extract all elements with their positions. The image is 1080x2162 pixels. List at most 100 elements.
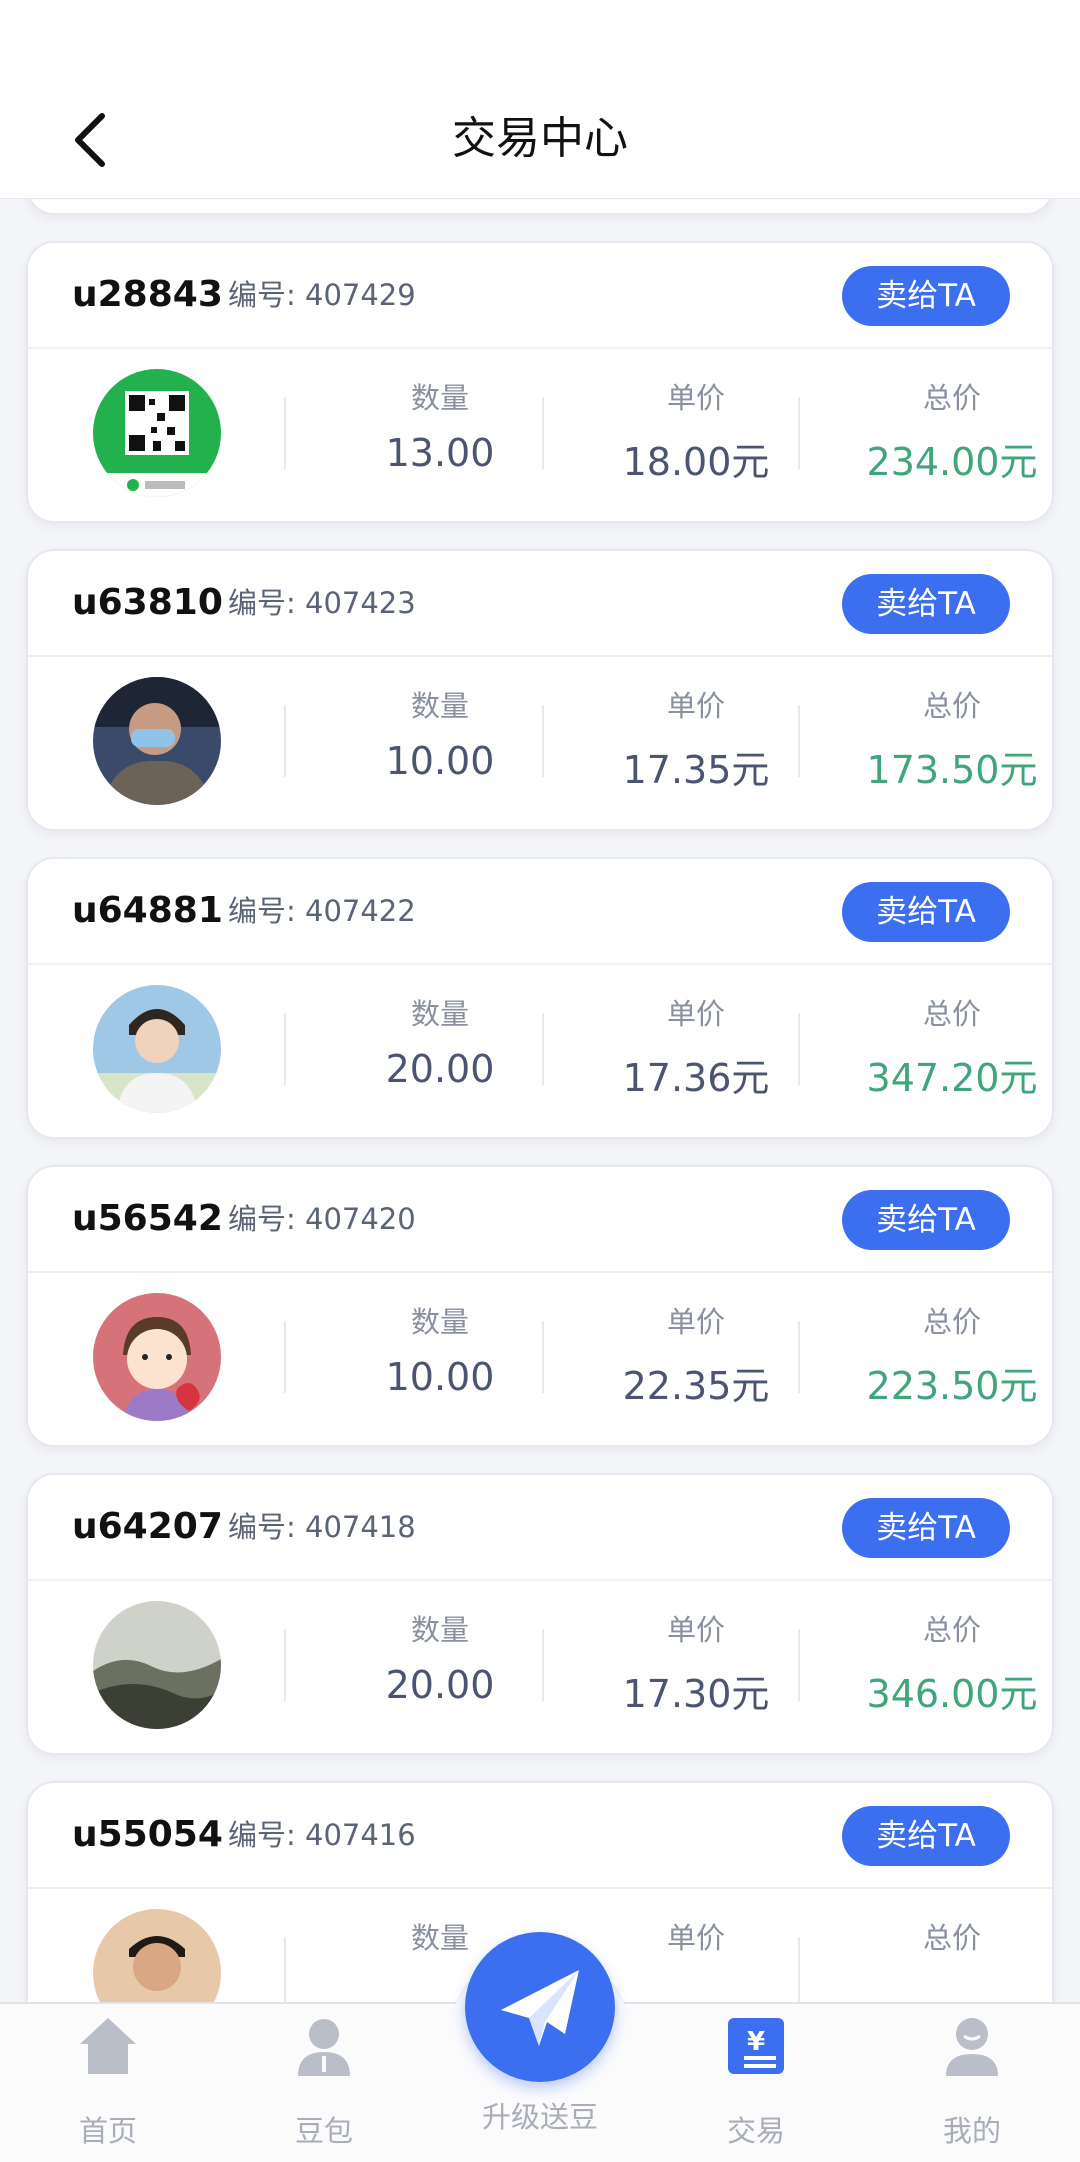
quantity-label: 数量 <box>410 997 469 1031</box>
svg-text:¥: ¥ <box>747 2027 765 2057</box>
order-number-prefix: 编号: <box>228 1510 305 1544</box>
divider <box>798 1321 800 1393</box>
seller-username: u64881 <box>72 890 223 931</box>
back-button[interactable] <box>55 105 125 175</box>
seller-username: u64207 <box>72 1506 223 1547</box>
quantity-value: 10.00 <box>385 739 495 783</box>
unit-price-label: 单价 <box>666 1921 725 1955</box>
quantity-label: 数量 <box>410 1613 469 1647</box>
order-number: 编号: 407416 <box>228 1783 416 1887</box>
total-price-label: 总价 <box>922 1613 981 1647</box>
seller-username: u55054 <box>72 1814 223 1855</box>
sell-to-ta-button[interactable]: 卖给TA <box>842 1498 1010 1558</box>
order-card-header: u55054 编号: 407416 卖给TA <box>28 1783 1052 1889</box>
order-list[interactable]: 编号: 卖给TA数量12.00单价17.40元总价208.80元u28843编号… <box>0 198 1080 2002</box>
tab-beans[interactable]: 豆包 <box>216 2004 432 2162</box>
total-price-value: 173.50元 <box>866 748 1038 792</box>
order-number-value: 407423 <box>305 586 416 620</box>
unit-price-stat: 单价 17.30元 <box>568 1579 824 1753</box>
trade-icon: ¥ <box>728 2018 784 2074</box>
total-price-value: 223.50元 <box>866 1364 1038 1408</box>
sell-to-ta-button[interactable]: 卖给TA <box>842 266 1010 326</box>
order-card[interactable]: u28843 编号: 407429 卖给TA 数量 13.00 单价 18.00元 总价 234… <box>26 241 1054 523</box>
order-number: 编号: 407429 <box>228 243 416 347</box>
divider <box>284 1937 286 2002</box>
unit-price-value: 17.35元 <box>622 748 770 792</box>
order-card-header: u64207 编号: 407418 卖给TA <box>28 1475 1052 1581</box>
unit-price-stat: 单价 22.35元 <box>568 1271 824 1445</box>
total-price-stat: 总价208.80元 <box>824 198 1052 213</box>
avatar <box>93 1293 221 1421</box>
order-card-header: u64881 编号: 407422 卖给TA <box>28 859 1052 965</box>
tab-home[interactable]: 首页 <box>0 2004 216 2162</box>
total-price-label: 总价 <box>922 1305 981 1339</box>
unit-price-stat: 单价17.40元 <box>568 198 824 213</box>
divider <box>284 705 286 777</box>
divider <box>284 1013 286 1085</box>
user-icon <box>298 2019 350 2076</box>
tab-upgrade-label: 升级送豆 <box>481 2100 598 2134</box>
divider <box>542 1629 544 1701</box>
chevron-left-icon <box>75 113 105 167</box>
order-card-body: 数量 10.00 单价 22.35元 总价 223.50元 <box>28 1271 1052 1445</box>
quantity-value: 10.00 <box>385 1355 495 1399</box>
order-number-value: 407416 <box>305 1818 416 1852</box>
total-price-stat: 总价 346.00元 <box>824 1579 1052 1753</box>
total-price-value: 346.00元 <box>866 1672 1038 1716</box>
tab-mine-label: 我的 <box>942 2114 1001 2148</box>
order-card[interactable]: u63810 编号: 407423 卖给TA 数量 10.00 单价 17.35元 总价 173… <box>26 549 1054 831</box>
order-number-value: 407422 <box>305 894 416 928</box>
order-card-header: u28843 编号: 407429 卖给TA <box>28 243 1052 349</box>
total-price-stat: 总价 347.20元 <box>824 963 1052 1137</box>
divider <box>798 1937 800 2002</box>
order-card-header: u63810 编号: 407423 卖给TA <box>28 551 1052 657</box>
sell-to-ta-button[interactable]: 卖给TA <box>842 1190 1010 1250</box>
profile-icon <box>946 2018 998 2076</box>
unit-price-value: 17.30元 <box>622 1672 770 1716</box>
total-price-stat: 总价 234.00元 <box>824 347 1052 521</box>
order-number-value: 407420 <box>305 1202 416 1236</box>
order-number: 编号: 407418 <box>228 1475 416 1579</box>
tab-mine[interactable]: 我的 <box>864 2004 1080 2162</box>
total-price-label: 总价 <box>922 689 981 723</box>
avatar <box>93 985 221 1113</box>
order-card[interactable]: u56542 编号: 407420 卖给TA 数量 10.00 单价 22.35元 总价 223… <box>26 1165 1054 1447</box>
total-price-stat: 总价 223.50元 <box>824 1271 1052 1445</box>
tab-trade[interactable]: ¥ 交易 <box>648 2004 864 2162</box>
upgrade-send-button[interactable] <box>465 1932 615 2082</box>
quantity-stat: 数量 20.00 <box>312 963 568 1137</box>
unit-price-stat: 单价 17.36元 <box>568 963 824 1137</box>
tab-home-label: 首页 <box>78 2114 137 2148</box>
unit-price-stat: 单价 18.00元 <box>568 347 824 521</box>
unit-price-label: 单价 <box>666 997 725 1031</box>
sell-to-ta-button[interactable]: 卖给TA <box>842 882 1010 942</box>
total-price-label: 总价 <box>922 381 981 415</box>
divider <box>542 1013 544 1085</box>
sell-to-ta-button[interactable]: 卖给TA <box>842 574 1010 634</box>
total-price-stat: 总价 <box>824 1887 1052 2002</box>
order-number-prefix: 编号: <box>228 894 305 928</box>
total-price-stat: 总价 173.50元 <box>824 655 1052 829</box>
seller-username: u63810 <box>72 582 223 623</box>
order-number-prefix: 编号: <box>228 586 305 620</box>
tab-trade-label: 交易 <box>726 2114 785 2148</box>
order-card[interactable]: 编号: 卖给TA数量12.00单价17.40元总价208.80元 <box>26 198 1054 215</box>
order-card[interactable]: u64881 编号: 407422 卖给TA 数量 20.00 单价 17.36元 总价 347… <box>26 857 1054 1139</box>
quantity-stat: 数量12.00 <box>312 198 568 213</box>
order-number-value: 407418 <box>305 1510 416 1544</box>
divider <box>798 1013 800 1085</box>
order-card-body: 数量 13.00 单价 18.00元 总价 234.00元 <box>28 347 1052 521</box>
divider <box>798 1629 800 1701</box>
order-card-header: u56542 编号: 407420 卖给TA <box>28 1167 1052 1273</box>
order-card[interactable]: u64207 编号: 407418 卖给TA 数量 20.00 单价 17.30元 总价 346… <box>26 1473 1054 1755</box>
order-number: 编号: 407422 <box>228 859 416 963</box>
total-price-value: 347.20元 <box>866 1056 1038 1100</box>
unit-price-value: 18.00元 <box>622 440 770 484</box>
divider <box>798 705 800 777</box>
order-card-body: 数量 20.00 单价 17.36元 总价 347.20元 <box>28 963 1052 1137</box>
unit-price-value: 17.36元 <box>622 1056 770 1100</box>
sell-to-ta-button[interactable]: 卖给TA <box>842 1806 1010 1866</box>
unit-price-label: 单价 <box>666 1613 725 1647</box>
order-number-prefix: 编号: <box>228 278 305 312</box>
seller-username: u56542 <box>72 1198 223 1239</box>
